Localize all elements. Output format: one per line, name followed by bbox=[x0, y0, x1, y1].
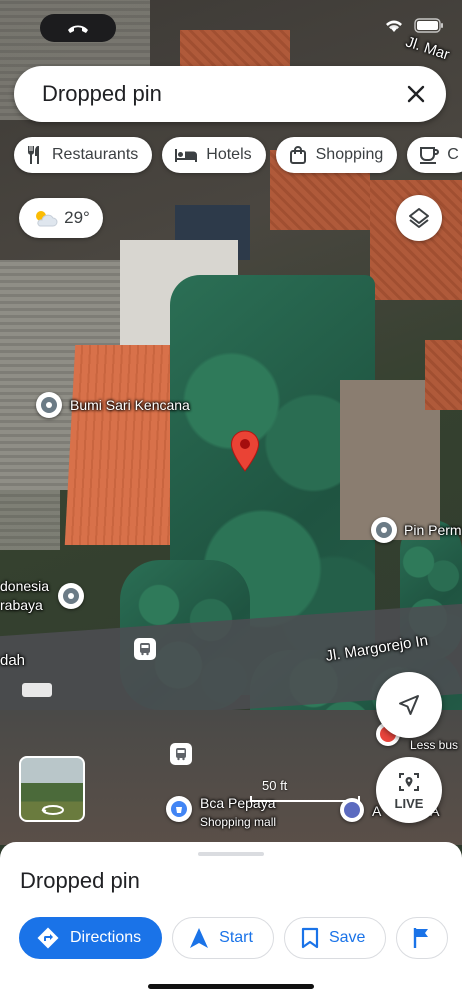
shopping-bag-icon bbox=[289, 146, 306, 164]
chip-shopping[interactable]: Shopping bbox=[275, 137, 398, 173]
live-label: LIVE bbox=[394, 795, 424, 811]
layers-button[interactable] bbox=[396, 195, 442, 241]
action-buttons: Directions Start Save bbox=[19, 917, 449, 959]
save-label: Save bbox=[328, 929, 366, 946]
navigation-arrow-icon bbox=[190, 928, 209, 948]
place-marker[interactable] bbox=[371, 517, 397, 543]
place-label: Bumi Sari Kencana bbox=[70, 397, 190, 413]
building bbox=[0, 490, 60, 550]
chip-label: Hotels bbox=[206, 146, 252, 163]
place-marker[interactable] bbox=[36, 392, 62, 418]
layers-icon bbox=[409, 208, 429, 228]
coffee-icon bbox=[420, 147, 440, 164]
start-button[interactable]: Start bbox=[172, 917, 274, 959]
phone-icon bbox=[68, 25, 88, 33]
place-label: rabaya bbox=[0, 597, 43, 613]
status-bar bbox=[0, 10, 462, 50]
directions-label: Directions bbox=[70, 929, 142, 946]
bed-icon bbox=[175, 149, 198, 162]
directions-button[interactable]: Directions bbox=[19, 917, 163, 959]
rotate-360-icon bbox=[41, 805, 64, 815]
temperature: 29° bbox=[64, 208, 90, 227]
start-label: Start bbox=[219, 929, 253, 946]
sheet-drag-handle[interactable] bbox=[198, 852, 264, 856]
search-query[interactable]: Dropped pin bbox=[42, 81, 396, 107]
wifi-icon bbox=[386, 20, 402, 32]
my-location-button[interactable] bbox=[376, 672, 442, 738]
scale-bar bbox=[250, 796, 360, 802]
live-view-icon bbox=[399, 772, 419, 791]
car bbox=[22, 683, 52, 697]
home-indicator bbox=[148, 984, 314, 989]
directions-icon bbox=[37, 927, 59, 949]
weather-badge[interactable]: 29° bbox=[19, 198, 103, 238]
partly-cloudy-icon bbox=[36, 211, 58, 227]
flag-icon bbox=[414, 928, 429, 948]
chip-label: C bbox=[447, 146, 459, 163]
battery-icon bbox=[414, 18, 443, 33]
place-marker[interactable] bbox=[58, 583, 84, 609]
live-view-button[interactable]: LIVE bbox=[376, 757, 442, 823]
place-bottom-sheet[interactable]: Dropped pin Directions Start Save bbox=[0, 842, 462, 1000]
place-sublabel: Less bus bbox=[410, 738, 459, 752]
bookmark-icon bbox=[301, 927, 319, 949]
active-call-pill[interactable] bbox=[40, 14, 116, 42]
bus-stop-icon[interactable] bbox=[170, 743, 192, 765]
search-bar[interactable]: Dropped pin bbox=[14, 66, 446, 122]
label-button[interactable] bbox=[396, 917, 449, 959]
close-icon[interactable] bbox=[396, 74, 436, 114]
chip-restaurants[interactable]: Restaurants bbox=[14, 137, 153, 173]
navigation-arrow-icon bbox=[399, 695, 419, 715]
chip-label: Restaurants bbox=[52, 146, 139, 163]
shopping-marker[interactable] bbox=[166, 796, 192, 822]
street-view-thumbnail[interactable] bbox=[19, 756, 85, 822]
bus-stop-icon[interactable] bbox=[134, 638, 156, 660]
street-label: dah bbox=[0, 652, 26, 669]
save-button[interactable]: Save bbox=[283, 917, 387, 959]
place-title: Dropped pin bbox=[20, 868, 140, 893]
place-label: Pin Perm bbox=[404, 522, 462, 538]
place-label: donesia bbox=[0, 578, 50, 594]
dropped-pin-icon[interactable] bbox=[230, 430, 260, 477]
chip-label: Shopping bbox=[315, 146, 384, 163]
category-chips: Restaurants Hotels Shopping C bbox=[14, 137, 462, 173]
place-sublabel: Shopping mall bbox=[200, 815, 277, 829]
chip-hotels[interactable]: Hotels bbox=[162, 137, 266, 173]
scale-label: 50 ft bbox=[262, 778, 288, 793]
chip-coffee[interactable]: C bbox=[407, 137, 462, 173]
fork-knife-icon bbox=[28, 146, 39, 164]
building bbox=[425, 340, 462, 410]
